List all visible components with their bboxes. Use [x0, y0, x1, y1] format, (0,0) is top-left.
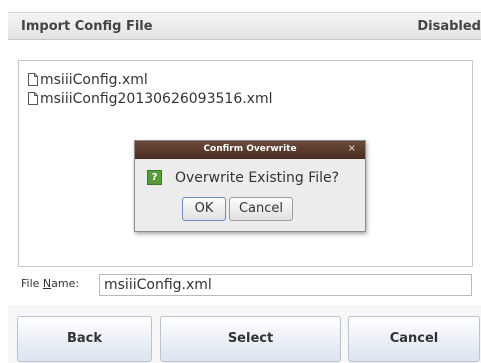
- question-icon: ?: [147, 170, 162, 185]
- file-name-input[interactable]: [99, 274, 472, 296]
- status-label: Disabled: [417, 19, 481, 34]
- file-name: msiiiConfig.xml: [40, 72, 148, 88]
- cancel-button[interactable]: Cancel: [348, 316, 480, 362]
- header-bar: Import Config File Disabled: [8, 12, 481, 40]
- file-name: msiiiConfig20130626093516.xml: [40, 91, 273, 107]
- file-name-label: File Name:: [21, 277, 80, 290]
- ok-button[interactable]: OK: [182, 197, 226, 221]
- file-list-item[interactable]: msiiiConfig.xml: [28, 72, 148, 90]
- file-icon: [28, 73, 38, 90]
- dialog-cancel-button[interactable]: Cancel: [229, 197, 293, 221]
- dialog-title: Confirm Overwrite: [203, 144, 297, 154]
- page-title: Import Config File: [21, 19, 153, 34]
- dialog-message: Overwrite Existing File?: [175, 170, 340, 186]
- file-icon: [28, 92, 38, 109]
- confirm-overwrite-dialog: Confirm Overwrite × ? Overwrite Existing…: [134, 140, 366, 232]
- select-button[interactable]: Select: [160, 316, 341, 362]
- file-list-item[interactable]: msiiiConfig20130626093516.xml: [28, 91, 272, 109]
- close-icon[interactable]: ×: [348, 143, 356, 154]
- dialog-titlebar[interactable]: Confirm Overwrite ×: [135, 141, 365, 159]
- back-button[interactable]: Back: [17, 316, 152, 362]
